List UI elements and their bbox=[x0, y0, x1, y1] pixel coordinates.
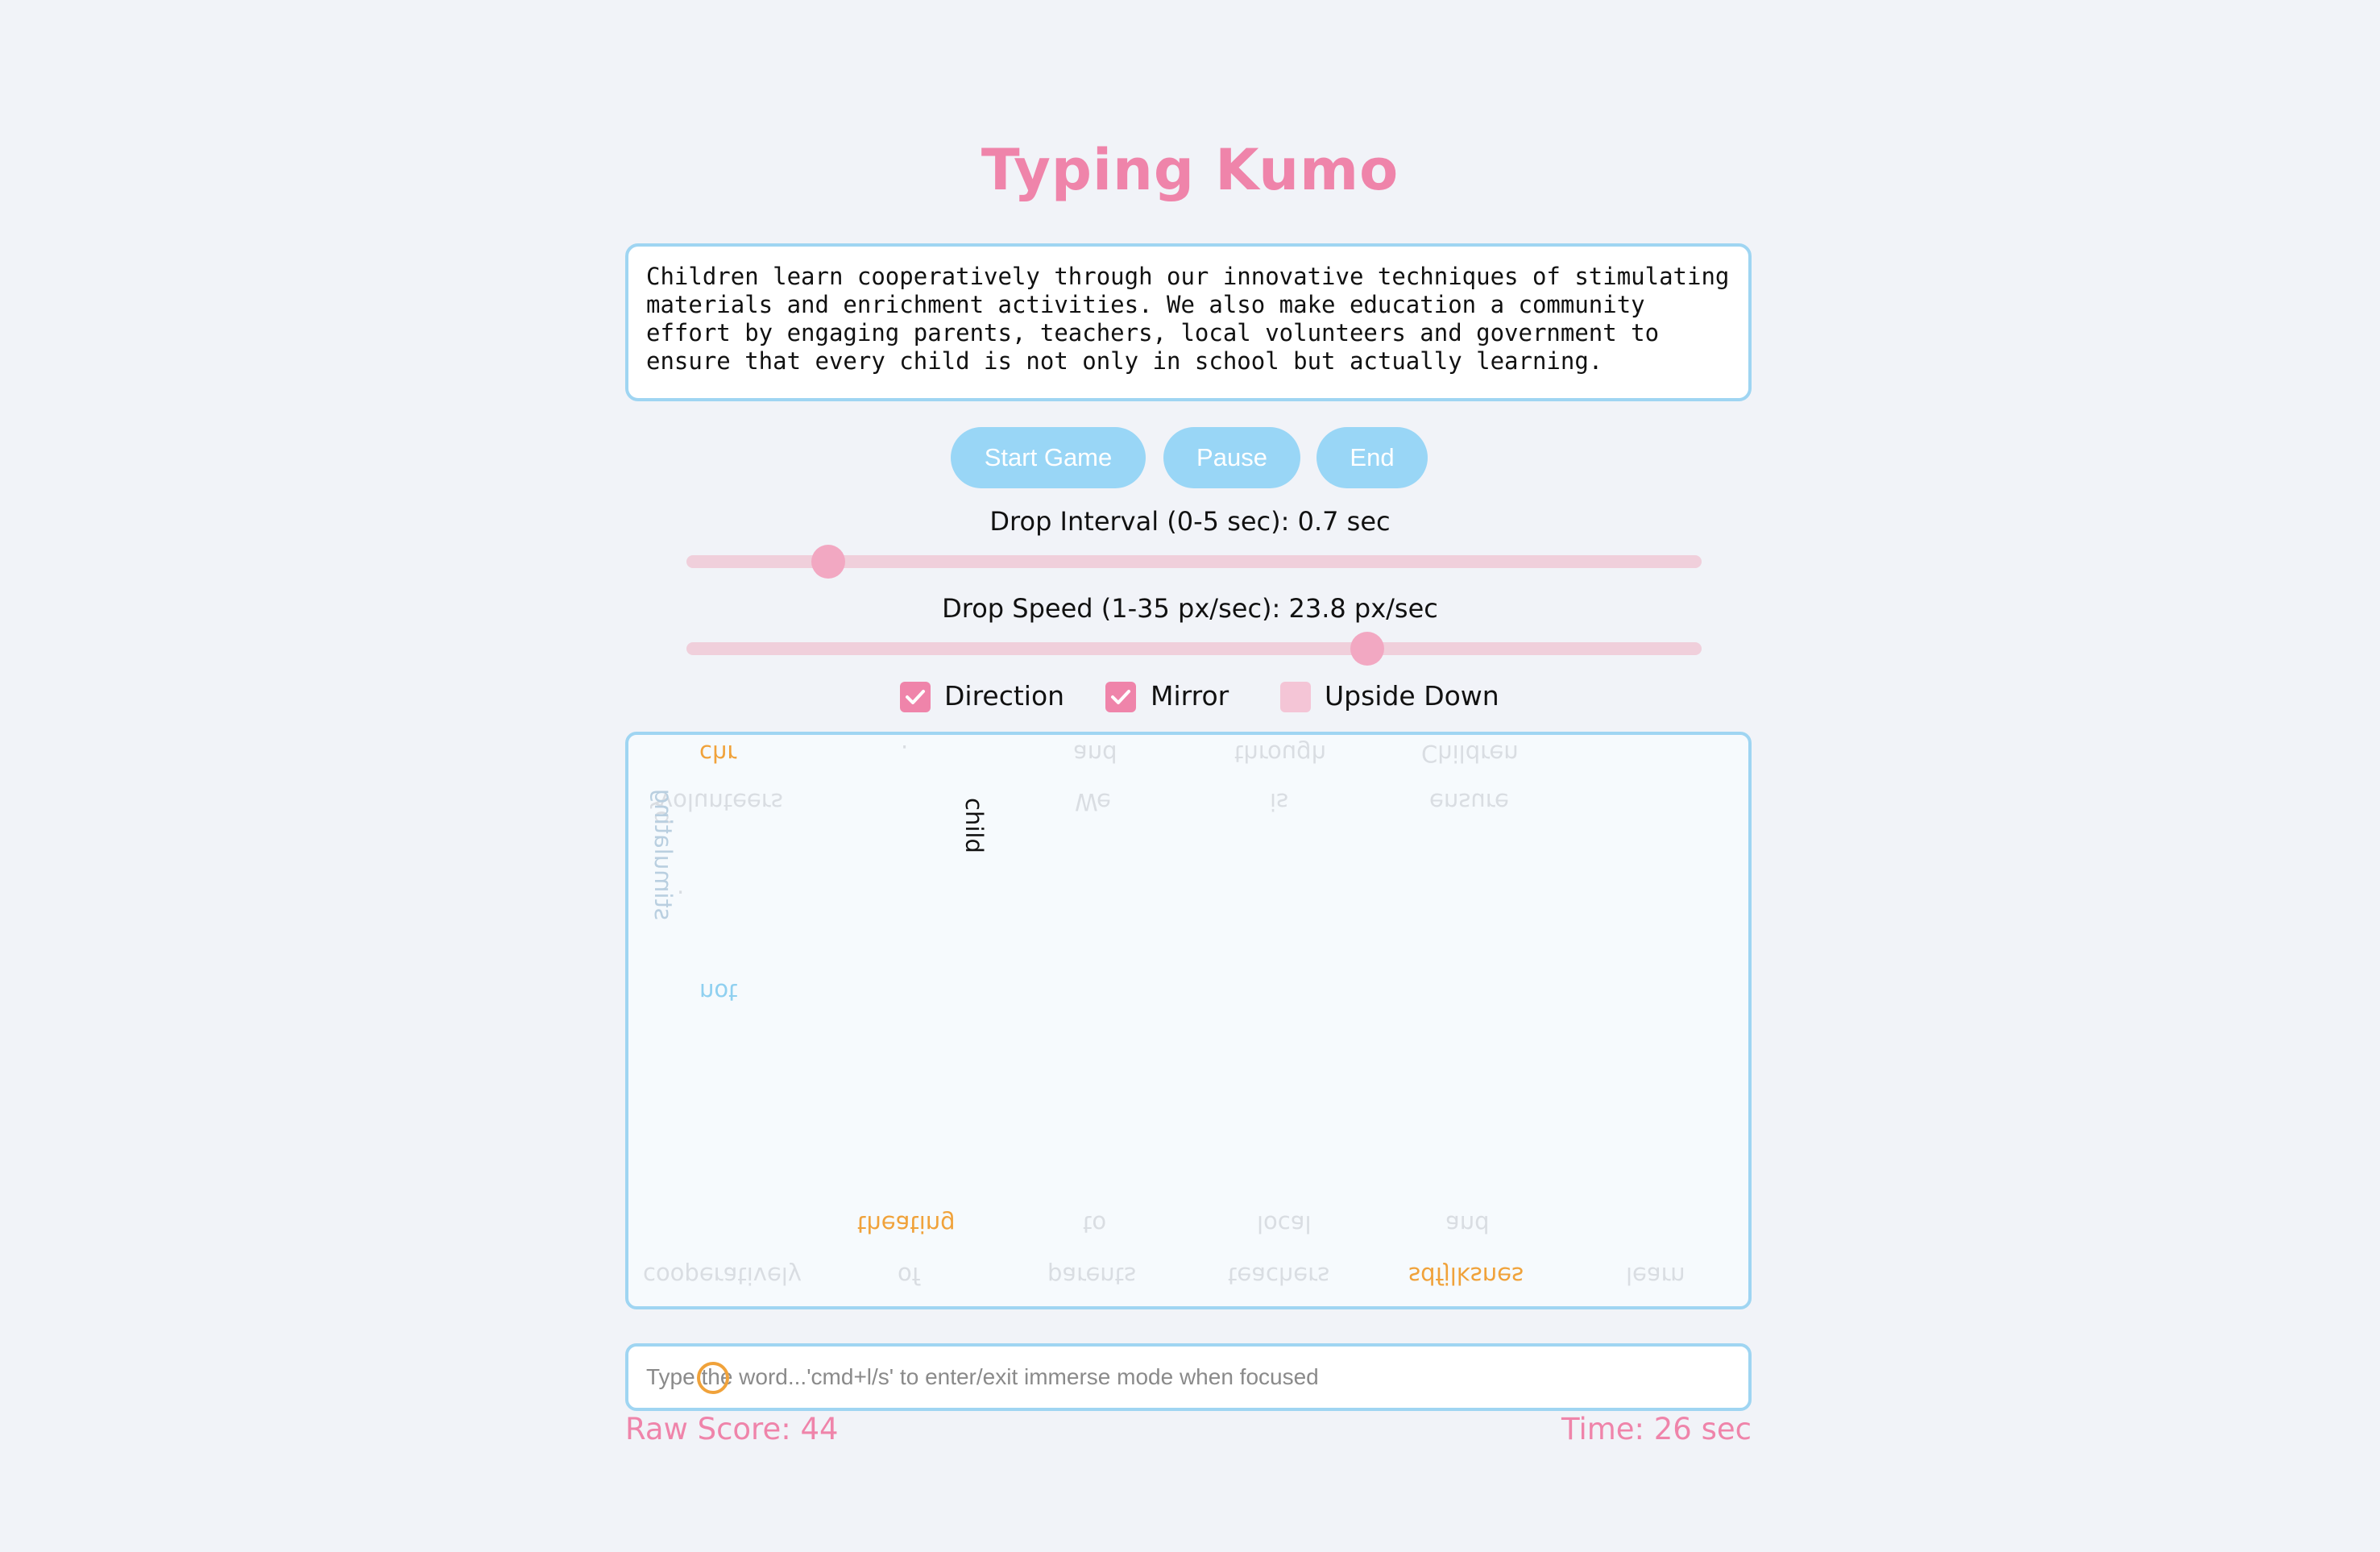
drop-speed-slider[interactable] bbox=[686, 642, 1702, 655]
check-icon bbox=[1111, 690, 1130, 704]
word-input[interactable] bbox=[628, 1347, 1748, 1408]
falling-word: ensure bbox=[1429, 788, 1509, 815]
falling-word: local bbox=[1257, 1210, 1312, 1238]
drop-interval-thumb[interactable] bbox=[811, 545, 846, 579]
falling-word: theating bbox=[857, 1210, 956, 1238]
drop-speed-thumb[interactable] bbox=[1350, 632, 1384, 666]
word-input-box[interactable] bbox=[625, 1343, 1752, 1411]
upside-down-checkbox[interactable] bbox=[1280, 682, 1311, 712]
start-game-button[interactable]: Start Game bbox=[951, 427, 1146, 488]
game-arena: chr . and through Children volunteers We… bbox=[625, 732, 1752, 1309]
raw-score: Raw Score: 44 bbox=[625, 1412, 839, 1446]
falling-word: and bbox=[1073, 740, 1117, 767]
direction-checkbox[interactable] bbox=[900, 682, 931, 712]
mirror-label: Mirror bbox=[1151, 680, 1229, 712]
drop-speed-label: Drop Speed (1-35 px/sec): 23.8 px/sec bbox=[942, 593, 1438, 624]
active-falling-word: child bbox=[960, 798, 988, 853]
falling-word: is bbox=[1270, 788, 1289, 815]
falling-word: chr bbox=[699, 740, 737, 767]
drop-interval-label: Drop Interval (0-5 sec): 0.7 sec bbox=[989, 506, 1391, 537]
falling-word: teachers bbox=[1228, 1262, 1330, 1289]
falling-word: Children bbox=[1421, 740, 1519, 767]
falling-word: We bbox=[1075, 788, 1111, 815]
end-button[interactable]: End bbox=[1316, 427, 1428, 488]
falling-word: of bbox=[898, 1262, 920, 1289]
falling-word: learn bbox=[1626, 1262, 1685, 1289]
check-icon bbox=[906, 690, 925, 704]
mouse-cursor-indicator bbox=[697, 1362, 729, 1394]
pause-button[interactable]: Pause bbox=[1163, 427, 1300, 488]
falling-word: sdfjlksnes bbox=[1408, 1262, 1524, 1289]
falling-word: . bbox=[677, 872, 685, 899]
falling-word: and bbox=[1445, 1210, 1490, 1238]
falling-word: volunteers bbox=[659, 788, 783, 815]
timer: Time: 26 sec bbox=[1561, 1412, 1752, 1446]
falling-word: . bbox=[901, 740, 909, 767]
falling-word: cooperatively bbox=[643, 1262, 802, 1289]
direction-label: Direction bbox=[944, 680, 1065, 712]
falling-word: stimulating bbox=[649, 788, 677, 920]
falling-word: through bbox=[1234, 740, 1326, 767]
falling-word: parents bbox=[1047, 1262, 1137, 1289]
falling-word: to bbox=[1083, 1210, 1107, 1238]
source-text-area[interactable]: Children learn cooperatively through our… bbox=[625, 243, 1752, 401]
falling-word: not bbox=[699, 978, 738, 1006]
mirror-checkbox[interactable] bbox=[1105, 682, 1136, 712]
upside-down-label: Upside Down bbox=[1325, 680, 1499, 712]
app-title: Typing Kumo bbox=[981, 137, 1399, 203]
